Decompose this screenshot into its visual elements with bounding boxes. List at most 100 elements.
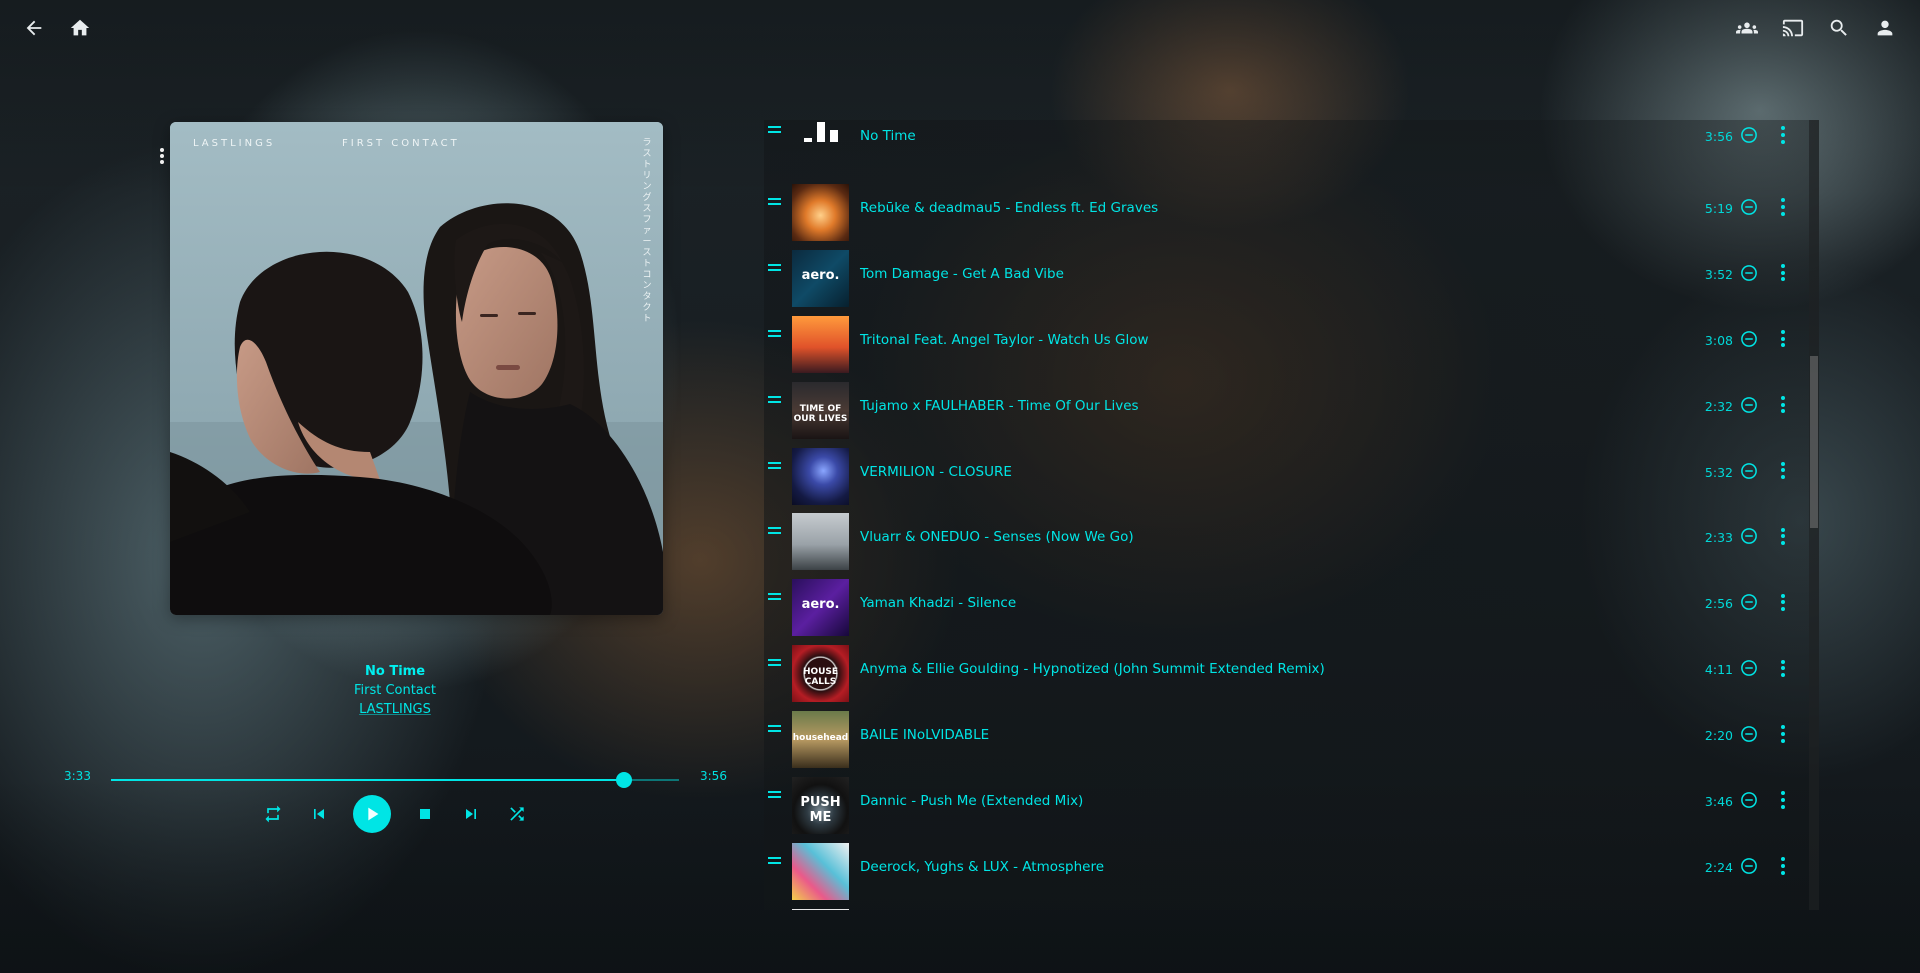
more-options-icon[interactable] <box>1779 197 1787 217</box>
stop-icon <box>420 809 430 819</box>
drag-handle-icon[interactable] <box>768 197 782 208</box>
drag-handle-icon[interactable] <box>768 395 782 406</box>
queue-item[interactable]: househead BAILE INoLVIDABLE 2:20 <box>764 707 1807 773</box>
remove-from-queue-button[interactable] <box>1740 396 1758 414</box>
more-options-icon[interactable] <box>1779 592 1787 612</box>
queue-item[interactable]: Rebūke & deadmau5 - Endless ft. Ed Grave… <box>764 180 1807 246</box>
queue-item[interactable] <box>764 905 1807 910</box>
remove-circle-icon <box>1741 528 1757 545</box>
remove-from-queue-button[interactable] <box>1740 126 1758 144</box>
elapsed-time: 3:33 <box>64 769 91 783</box>
cast-button[interactable] <box>1775 10 1811 46</box>
track-thumbnail: househead <box>792 711 849 769</box>
remove-from-queue-button[interactable] <box>1740 593 1758 611</box>
track-title[interactable]: Deerock, Yughs & LUX - Atmosphere <box>860 859 1104 875</box>
remove-circle-icon <box>1741 594 1757 611</box>
remove-from-queue-button[interactable] <box>1740 330 1758 348</box>
queue-item[interactable]: aero. Tom Damage - Get A Bad Vibe 3:52 <box>764 246 1807 312</box>
queue-item[interactable]: Vluarr & ONEDUO - Senses (Now We Go) 2:33 <box>764 509 1807 575</box>
remove-from-queue-button[interactable] <box>1740 198 1758 216</box>
more-options-icon[interactable] <box>1779 329 1787 349</box>
remove-from-queue-button[interactable] <box>1740 857 1758 875</box>
thumbnail-text: PUSH ME <box>800 795 841 825</box>
album-art-menu-button[interactable] <box>158 148 166 164</box>
track-title[interactable]: Anyma & Ellie Goulding - Hypnotized (Joh… <box>860 661 1325 677</box>
drag-handle-icon[interactable] <box>768 791 782 801</box>
next-icon <box>466 809 476 819</box>
play-pause-button[interactable] <box>353 795 391 833</box>
drag-handle-icon[interactable] <box>768 725 782 735</box>
shuffle-icon <box>510 807 524 821</box>
now-playing-artist[interactable]: LASTLINGS <box>295 702 495 717</box>
stop-button[interactable] <box>413 802 437 826</box>
remove-from-queue-button[interactable] <box>1740 659 1758 677</box>
remove-from-queue-button[interactable] <box>1740 725 1758 743</box>
track-duration: 2:20 <box>1704 728 1733 744</box>
drag-handle-icon[interactable] <box>768 263 782 274</box>
remove-circle-icon <box>1741 127 1757 143</box>
track-thumbnail: aero. <box>792 249 849 307</box>
track-title[interactable]: Yaman Khadzi - Silence <box>860 595 1016 611</box>
now-playing-indicator-icon <box>792 120 849 169</box>
next-track-button[interactable] <box>459 802 483 826</box>
queue-item[interactable]: VERMILION - CLOSURE 5:32 <box>764 444 1807 510</box>
queue-scrollbar[interactable] <box>1809 120 1819 910</box>
queue-item[interactable]: Tritonal Feat. Angel Taylor - Watch Us G… <box>764 312 1807 378</box>
track-title[interactable]: No Time <box>860 128 916 144</box>
account-icon <box>1877 20 1893 36</box>
drag-handle-icon[interactable] <box>768 461 782 472</box>
remove-from-queue-button[interactable] <box>1740 264 1758 282</box>
queue-item[interactable]: aero. Yaman Khadzi - Silence 2:56 <box>764 575 1807 641</box>
remove-from-queue-button[interactable] <box>1740 462 1758 480</box>
track-title[interactable]: BAILE INoLVIDABLE <box>860 727 989 743</box>
dot <box>160 160 164 164</box>
track-title[interactable]: Rebūke & deadmau5 - Endless ft. Ed Grave… <box>860 200 1158 216</box>
drag-handle-icon[interactable] <box>768 329 782 340</box>
more-options-icon[interactable] <box>1779 395 1787 415</box>
remove-from-queue-button[interactable] <box>1740 791 1758 809</box>
more-options-icon[interactable] <box>1779 125 1787 145</box>
drag-handle-icon[interactable] <box>768 856 782 867</box>
back-button[interactable] <box>16 10 52 46</box>
drag-handle-icon[interactable] <box>768 659 782 669</box>
shuffle-button[interactable] <box>505 802 529 826</box>
seek-slider-thumb[interactable] <box>615 772 632 788</box>
queue-item[interactable]: TIME OF OUR LIVES Tujamo x FAULHABER - Ti… <box>764 378 1807 444</box>
queue-item[interactable]: HOUSE CALLS Anyma & Ellie Goulding - Hypn… <box>764 641 1807 707</box>
repeat-button[interactable] <box>261 802 285 826</box>
track-title[interactable]: VERMILION - CLOSURE <box>860 464 1012 480</box>
thumbnail-text: TIME OF OUR LIVES <box>793 403 848 424</box>
track-title[interactable]: Tritonal Feat. Angel Taylor - Watch Us G… <box>860 332 1149 348</box>
more-options-icon[interactable] <box>1779 724 1787 744</box>
syncplay-button[interactable] <box>1729 10 1765 46</box>
search-button[interactable] <box>1821 10 1857 46</box>
more-options-icon[interactable] <box>1779 461 1787 481</box>
more-options-icon[interactable] <box>1779 658 1787 678</box>
drag-handle-icon[interactable] <box>768 527 782 537</box>
more-options-icon[interactable] <box>1779 856 1787 876</box>
remove-circle-icon <box>1741 330 1757 347</box>
home-button[interactable] <box>62 10 98 46</box>
track-title[interactable]: Tom Damage - Get A Bad Vibe <box>860 266 1064 282</box>
remove-from-queue-button[interactable] <box>1740 527 1758 545</box>
album-art: LASTLINGS FIRST CONTACT ラストリングス ファースト コン… <box>170 122 663 615</box>
queue-item[interactable]: Deerock, Yughs & LUX - Atmosphere 2:24 <box>764 839 1807 905</box>
now-playing-album[interactable]: First Contact <box>295 683 495 698</box>
queue-item[interactable]: PUSH ME Dannic - Push Me (Extended Mix) 3:… <box>764 773 1807 839</box>
drag-handle-icon[interactable] <box>768 593 782 603</box>
remove-circle-icon <box>1741 726 1757 742</box>
more-options-icon[interactable] <box>1779 263 1787 283</box>
more-options-icon[interactable] <box>1779 790 1787 810</box>
drag-handle-icon[interactable] <box>768 126 782 136</box>
track-thumbnail <box>792 513 849 571</box>
track-title[interactable]: Tujamo x FAULHABER - Time Of Our Lives <box>860 398 1139 414</box>
seek-slider[interactable] <box>111 772 679 788</box>
track-duration: 2:33 <box>1704 530 1733 546</box>
queue-scrollbar-thumb[interactable] <box>1810 356 1818 528</box>
track-title[interactable]: Vluarr & ONEDUO - Senses (Now We Go) <box>860 529 1134 545</box>
queue-item[interactable]: No Time 3:56 <box>764 120 1807 180</box>
track-title[interactable]: Dannic - Push Me (Extended Mix) <box>860 793 1083 809</box>
user-menu-button[interactable] <box>1867 10 1903 46</box>
more-options-icon[interactable] <box>1779 526 1787 546</box>
previous-track-button[interactable] <box>307 802 331 826</box>
